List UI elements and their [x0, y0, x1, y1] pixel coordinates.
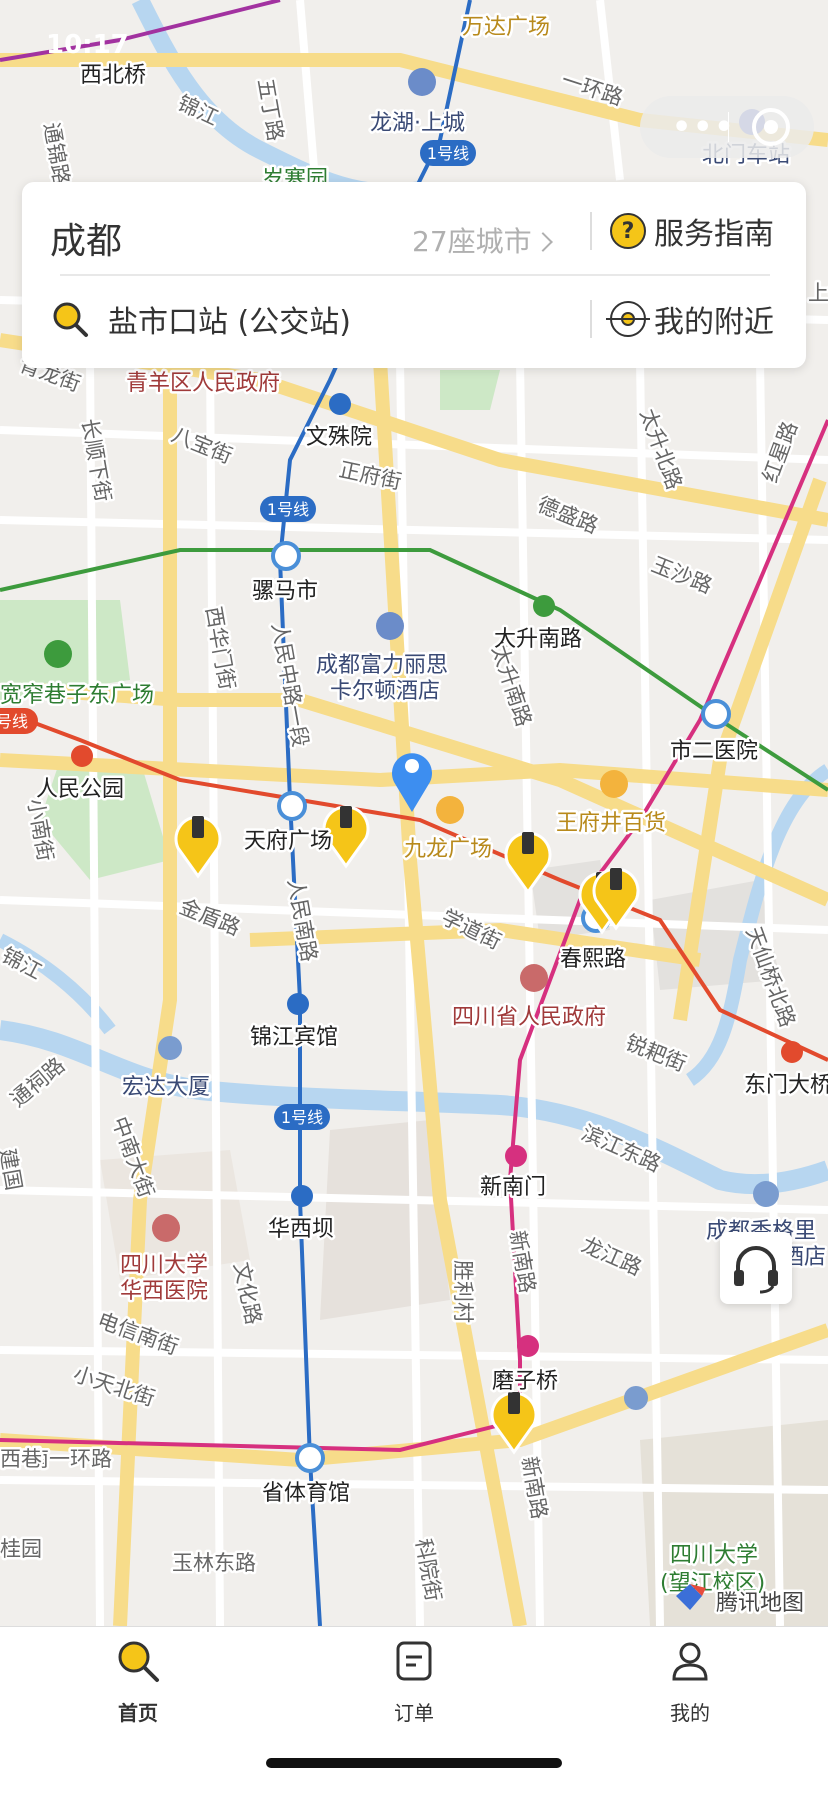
hotel-poi-icon[interactable] — [753, 1181, 779, 1207]
search-input[interactable]: 盐市口站 (公交站) — [50, 294, 351, 344]
current-city[interactable]: 成都 — [50, 212, 122, 264]
hotel-poi-icon[interactable] — [376, 612, 404, 640]
divider — [590, 300, 592, 338]
gov-label: 四川省人民政府 — [452, 1005, 606, 1030]
capsule-divider — [728, 112, 729, 142]
poi-label: 成都富力丽思 — [316, 653, 448, 678]
transfer-marker[interactable] — [271, 541, 301, 571]
gov-label: 四川大学 — [120, 1253, 208, 1278]
station-label: 春熙路 — [560, 947, 626, 972]
mall-label: 九龙广场 — [404, 837, 492, 862]
service-guide-button[interactable]: ? 服务指南 — [610, 210, 774, 252]
help-icon: ? — [610, 213, 646, 249]
station-label: 市二医院 — [670, 739, 758, 764]
station-marker[interactable] — [287, 993, 309, 1015]
tab-home-label: 首页 — [118, 1701, 158, 1725]
line-badge: 1号线 — [274, 1104, 330, 1130]
close-miniprogram-icon[interactable] — [752, 108, 790, 146]
station-label: 磨子桥 — [492, 1369, 558, 1394]
svg-text:号线: 号线 — [0, 712, 28, 731]
line-badge: 1号线 — [420, 140, 476, 166]
station-label: 文殊院 — [306, 425, 372, 450]
customer-service-button[interactable] — [720, 1232, 792, 1304]
station-marker[interactable] — [329, 393, 351, 415]
street-label: 桂园 — [0, 1537, 42, 1561]
station-label: 骡马市 — [252, 579, 318, 604]
building-poi-icon[interactable] — [624, 1386, 648, 1410]
poi-label: 宏达大厦 — [122, 1075, 210, 1100]
user-icon — [672, 1642, 708, 1681]
home-indicator — [266, 1758, 562, 1768]
hospital-poi-icon[interactable] — [152, 1214, 180, 1242]
station-label: 天府广场 — [244, 829, 332, 854]
svg-text:腾讯地图: 腾讯地图 — [716, 1591, 804, 1616]
search-value: 盐市口站 (公交站) — [108, 305, 351, 340]
divider — [590, 212, 592, 250]
tab-profile-label: 我的 — [670, 1701, 710, 1725]
station-marker[interactable] — [781, 1041, 803, 1063]
city-count-label: 27座城市 — [412, 225, 532, 258]
street-label: 胜利村 — [451, 1260, 475, 1323]
street-label: 西巷 — [0, 1447, 42, 1471]
station-label: 新南门 — [480, 1175, 546, 1200]
street-label: 玉林东路 — [172, 1551, 256, 1575]
station-marker[interactable] — [533, 595, 555, 617]
station-label: 锦江宾馆 — [250, 1025, 338, 1050]
search-icon — [118, 1641, 159, 1682]
station-label: 东门大桥 — [744, 1073, 828, 1098]
gov-poi-icon[interactable] — [520, 964, 548, 992]
park-poi-icon[interactable] — [44, 640, 72, 668]
tab-home[interactable]: 首页 — [78, 1637, 198, 1726]
mall-poi-icon[interactable] — [600, 770, 628, 798]
mall-label: 王府井百货 — [556, 811, 666, 836]
chevron-right-icon — [532, 232, 553, 252]
park-label: 宽窄巷子东广场 — [0, 683, 154, 708]
park-area — [440, 370, 500, 410]
station-label: 省体育馆 — [262, 1481, 350, 1506]
station-label: 华西坝 — [268, 1217, 334, 1242]
mall-poi-icon[interactable] — [436, 796, 464, 824]
transfer-marker[interactable] — [701, 699, 731, 729]
park-label: 四川大学 — [670, 1543, 758, 1568]
transfer-marker[interactable] — [277, 791, 307, 821]
svg-text:1号线: 1号线 — [427, 144, 469, 163]
nearby-label: 我的附近 — [654, 305, 774, 340]
gov-label: 青羊区人民政府 — [126, 371, 280, 396]
miniprogram-capsule[interactable]: ••• — [640, 96, 814, 158]
transfer-marker[interactable] — [295, 1443, 325, 1473]
search-card: 成都 27座城市 ? 服务指南 盐市口站 (公交站) 我的附近 — [22, 182, 806, 368]
poi-label: 卡尔顿酒店 — [330, 679, 440, 704]
tab-orders-label: 订单 — [394, 1701, 434, 1725]
headset-icon — [734, 1246, 778, 1294]
tab-profile[interactable]: 我的 — [630, 1637, 750, 1726]
station-marker[interactable] — [505, 1145, 527, 1167]
building-poi-icon[interactable] — [158, 1036, 182, 1060]
nearby-button[interactable]: 我的附近 — [606, 294, 774, 344]
station-marker[interactable] — [517, 1335, 539, 1357]
tab-orders[interactable]: 订单 — [354, 1637, 474, 1726]
svg-text:1号线: 1号线 — [281, 1108, 323, 1127]
order-icon — [396, 1641, 432, 1681]
status-time: 10:17 — [46, 30, 129, 60]
station-marker[interactable] — [291, 1185, 313, 1207]
gov-label: 华西医院 — [120, 1279, 208, 1304]
line-badge: 1号线 — [260, 496, 316, 522]
station-marker[interactable] — [71, 745, 93, 767]
station-label: 人民公园 — [36, 777, 124, 802]
search-icon — [53, 302, 88, 337]
more-options-icon[interactable]: ••• — [672, 110, 736, 145]
divider — [60, 274, 770, 276]
city-count-link[interactable]: 27座城市 — [412, 220, 553, 260]
street-label: 上锦 — [808, 281, 828, 305]
service-guide-label: 服务指南 — [654, 217, 774, 252]
poi-label: 龙湖·上城 — [370, 111, 465, 136]
status-bar: 10:17 — [0, 0, 828, 96]
locate-icon — [606, 301, 650, 337]
line-badge: 号线 — [0, 708, 38, 734]
svg-text:1号线: 1号线 — [267, 500, 309, 519]
